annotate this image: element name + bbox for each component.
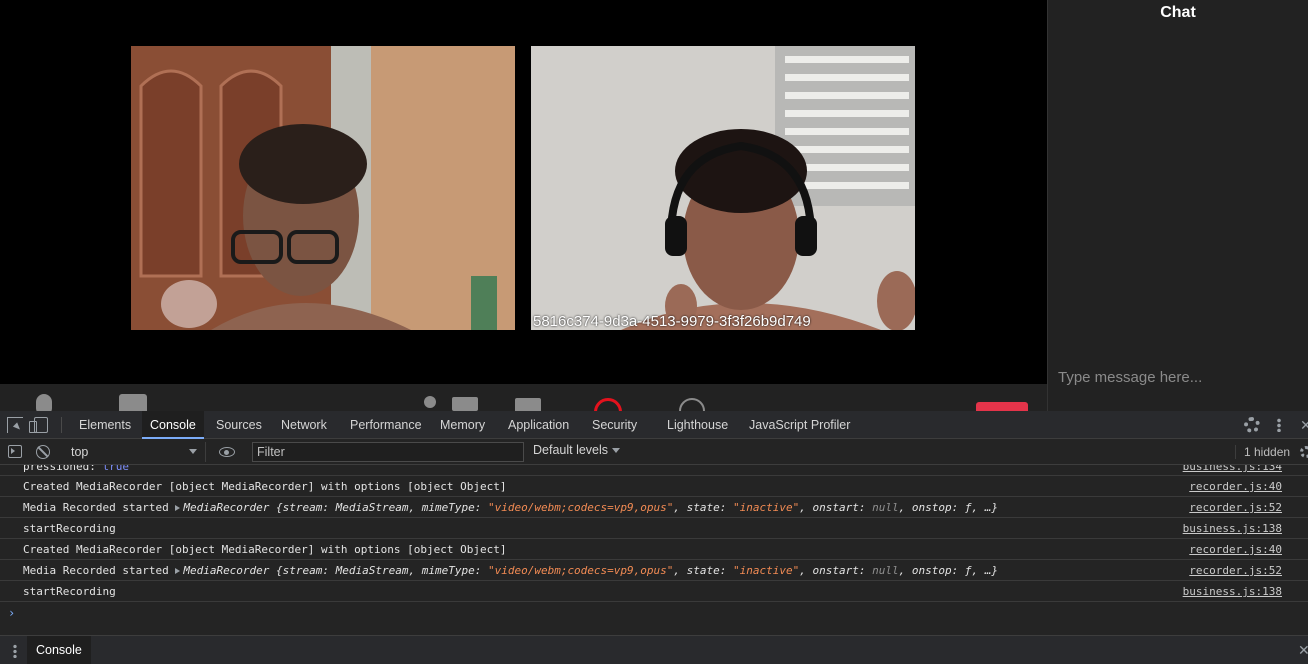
settings-gear-icon[interactable] xyxy=(1300,446,1308,458)
context-value: top xyxy=(71,445,89,459)
more-vertical-icon[interactable] xyxy=(1277,418,1281,432)
chat-icon[interactable] xyxy=(515,398,541,411)
console-prompt[interactable]: › xyxy=(8,606,15,620)
local-video-frame xyxy=(131,46,515,330)
tab-console[interactable]: Console xyxy=(142,411,204,439)
console-message: Media Recorded started MediaRecorder {st… xyxy=(0,560,1308,581)
object-mime: "video/webm;codecs=vp9,opus" xyxy=(487,564,674,577)
console-message: Media Recorded started MediaRecorder {st… xyxy=(0,497,1308,518)
drawer-tab-console[interactable]: Console xyxy=(27,636,91,664)
tab-javascript-profiler[interactable]: JavaScript Profiler xyxy=(741,411,858,439)
tab-memory[interactable]: Memory xyxy=(432,411,493,439)
clear-console-icon[interactable] xyxy=(36,445,50,459)
log-source-link[interactable]: recorder.js:40 xyxy=(1189,476,1282,497)
log-source-link[interactable]: recorder.js:52 xyxy=(1189,497,1282,518)
log-text: Media Recorded started xyxy=(23,564,169,577)
remote-video-frame xyxy=(531,46,915,330)
tab-application[interactable]: Application xyxy=(500,411,577,439)
log-text: Created MediaRecorder [object MediaRecor… xyxy=(23,543,507,556)
object-rest: , onstop: ƒ, …} xyxy=(898,564,998,577)
mic-icon[interactable] xyxy=(36,394,52,411)
sidebar-toggle-icon[interactable] xyxy=(8,445,22,458)
camera-icon[interactable] xyxy=(119,394,147,411)
log-levels-value: Default levels xyxy=(533,443,609,457)
console-message: Created MediaRecorder [object MediaRecor… xyxy=(0,476,1308,497)
object-state-key: , state: xyxy=(673,564,734,577)
leave-button[interactable] xyxy=(976,402,1028,411)
object-state: "inactive" xyxy=(733,501,800,514)
hidden-count: 1 hidden xyxy=(1235,445,1290,459)
object-onstart: null xyxy=(872,501,899,514)
remote-video: 5816c374-9d3a-4513-9979-3f3f26b9d749 xyxy=(531,46,915,330)
tab-security[interactable]: Security xyxy=(584,411,645,439)
more-vertical-icon[interactable] xyxy=(13,644,17,658)
console-log: pressioned: true business.js:134 Created… xyxy=(0,465,1308,635)
object-mime: "video/webm;codecs=vp9,opus" xyxy=(487,501,674,514)
filter-input[interactable] xyxy=(252,442,524,462)
tab-separator xyxy=(61,417,62,433)
log-text: startRecording xyxy=(23,585,116,598)
log-object-preview[interactable]: MediaRecorder {stream: MediaStream, mime… xyxy=(175,564,998,577)
eye-icon[interactable] xyxy=(219,447,235,457)
expand-triangle-icon[interactable] xyxy=(175,568,181,574)
chat-title: Chat xyxy=(1160,4,1196,21)
tab-sources[interactable]: Sources xyxy=(208,411,270,439)
app-window: 5816c374-9d3a-4513-9979-3f3f26b9d749 Cha… xyxy=(0,0,1308,664)
log-value: true xyxy=(102,465,129,473)
console-message: startRecording business.js:138 xyxy=(0,581,1308,602)
tab-performance[interactable]: Performance xyxy=(342,411,430,439)
log-source-link[interactable]: business.js:138 xyxy=(1183,518,1282,539)
log-source-link[interactable]: business.js:138 xyxy=(1183,581,1282,602)
devtools-panel: Elements Console Sources Network Perform… xyxy=(0,411,1308,664)
log-text: Created MediaRecorder [object MediaRecor… xyxy=(23,480,507,493)
console-message: Created MediaRecorder [object MediaRecor… xyxy=(0,539,1308,560)
chevron-down-icon xyxy=(612,448,621,454)
log-object-preview[interactable]: MediaRecorder {stream: MediaStream, mime… xyxy=(175,501,998,514)
chevron-down-icon xyxy=(189,449,197,454)
object-prefix: MediaRecorder {stream: MediaStream, mime… xyxy=(183,501,488,514)
object-state-key: , state: xyxy=(673,501,734,514)
device-toolbar-icon[interactable] xyxy=(29,417,48,433)
local-video xyxy=(131,46,515,330)
expand-triangle-icon[interactable] xyxy=(175,505,181,511)
console-message: startRecording business.js:138 xyxy=(0,518,1308,539)
inspect-icon[interactable] xyxy=(7,417,23,433)
remote-peer-id: 5816c374-9d3a-4513-9979-3f3f26b9d749 xyxy=(533,313,811,330)
log-text: startRecording xyxy=(23,522,116,535)
log-source-link[interactable]: business.js:134 xyxy=(1183,465,1282,472)
devtools-tabbar: Elements Console Sources Network Perform… xyxy=(0,411,1308,439)
screen-share-icon[interactable] xyxy=(420,394,480,411)
context-select[interactable]: top xyxy=(64,442,206,462)
object-onstart: null xyxy=(872,564,899,577)
log-levels-select[interactable]: Default levels xyxy=(533,443,621,461)
tab-network[interactable]: Network xyxy=(273,411,335,439)
tab-elements[interactable]: Elements xyxy=(71,411,139,439)
log-source-link[interactable]: recorder.js:40 xyxy=(1189,539,1282,560)
chat-message-input[interactable] xyxy=(1058,362,1298,392)
close-icon[interactable]: ✕ xyxy=(1298,642,1308,659)
object-prefix: MediaRecorder {stream: MediaStream, mime… xyxy=(183,564,488,577)
log-text: Media Recorded started xyxy=(23,501,169,514)
devtools-drawer: Console ✕ xyxy=(0,635,1308,664)
console-filterbar: top Default levels 1 hidden xyxy=(0,439,1308,465)
chat-panel: Chat xyxy=(1047,0,1308,411)
console-message: pressioned: true business.js:134 xyxy=(0,465,1308,476)
log-source-link[interactable]: recorder.js:52 xyxy=(1189,560,1282,581)
object-onstart-key: , onstart: xyxy=(799,501,873,514)
emoji-icon[interactable] xyxy=(679,398,705,411)
tab-lighthouse[interactable]: Lighthouse xyxy=(659,411,736,439)
object-onstart-key: , onstart: xyxy=(799,564,873,577)
close-icon[interactable]: ✕ xyxy=(1300,417,1308,433)
record-icon[interactable] xyxy=(594,398,622,411)
meeting-controls xyxy=(0,384,1047,411)
object-state: "inactive" xyxy=(733,564,800,577)
meeting-stage: 5816c374-9d3a-4513-9979-3f3f26b9d749 xyxy=(0,0,1047,411)
object-rest: , onstop: ƒ, …} xyxy=(898,501,998,514)
settings-gear-icon[interactable] xyxy=(1244,417,1260,433)
log-text: pressioned: xyxy=(23,465,96,473)
